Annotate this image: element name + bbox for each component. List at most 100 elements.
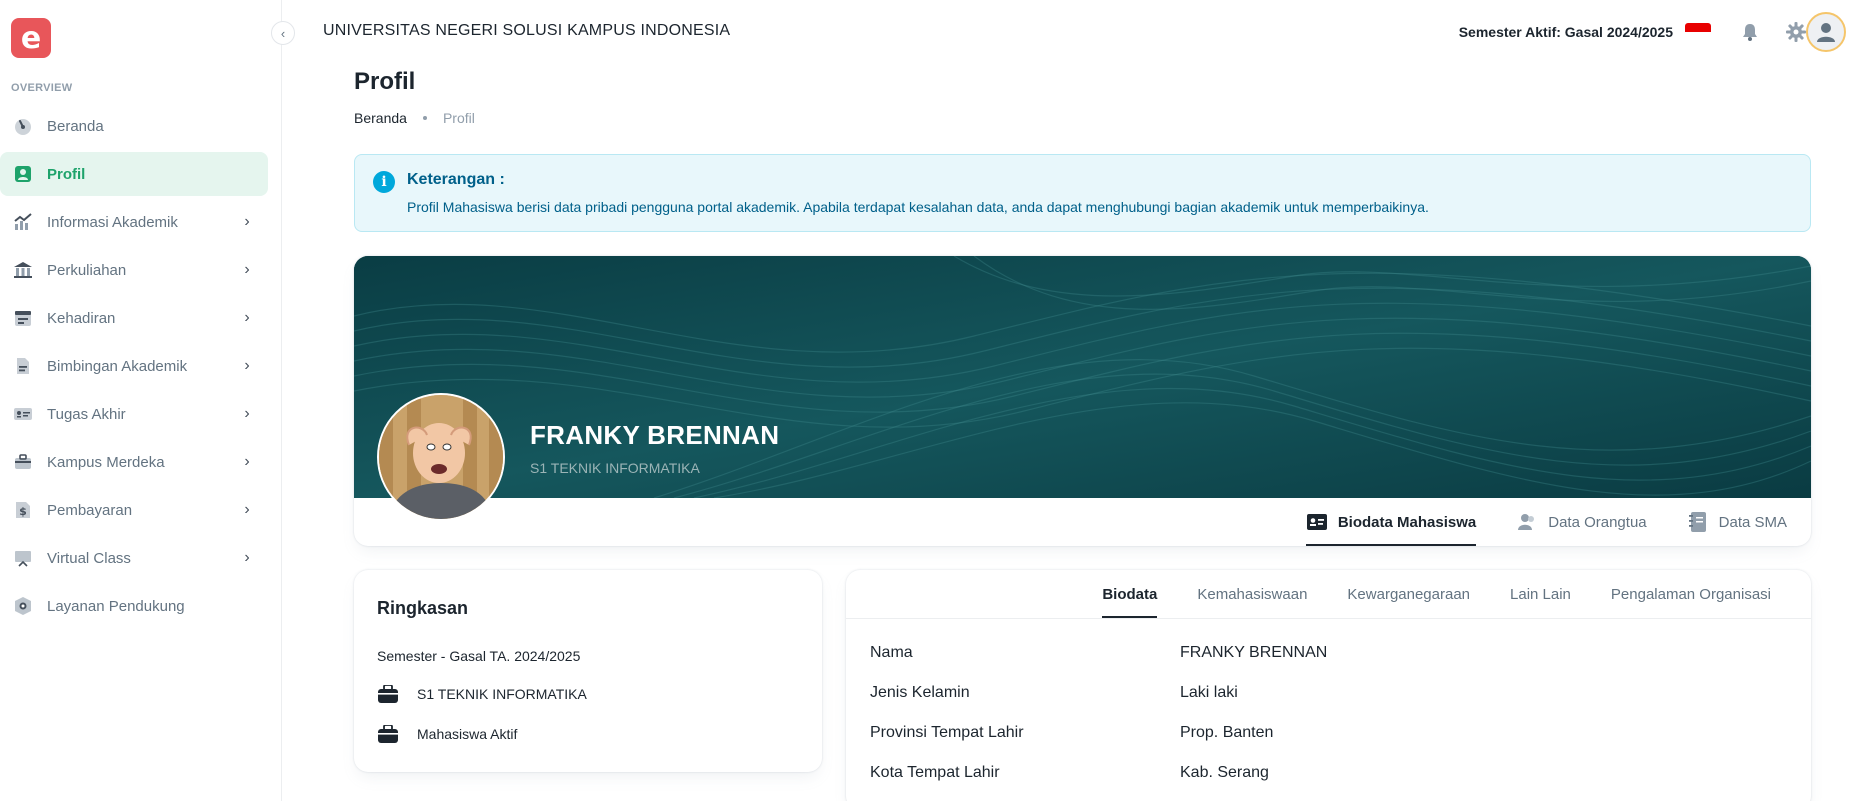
summary-title: Ringkasan [377, 598, 469, 618]
field-label: Provinsi Tempat Lahir [870, 724, 1024, 741]
field-label: Kota Tempat Lahir [870, 764, 1000, 781]
summary-status-row: Mahasiswa Aktif [377, 724, 517, 744]
sidebar-item-label: Perkuliahan [47, 261, 127, 279]
breadcrumb: Beranda Profil [354, 110, 475, 126]
chevron-right-icon: › [244, 309, 250, 326]
user-icon [1817, 23, 1835, 42]
active-semester: Semester Aktif: Gasal 2024/2025 [1458, 24, 1673, 40]
app-logo[interactable]: e [11, 18, 51, 58]
sidebar-item-informasi-akademik[interactable]: Informasi Akademik › [0, 200, 268, 244]
presentation-icon [12, 547, 34, 569]
notebook-icon [1687, 512, 1709, 532]
users-icon [1516, 512, 1538, 532]
briefcase-icon [12, 451, 34, 473]
briefcase-icon [377, 684, 399, 704]
tab-data-sma[interactable]: Data SMA [1687, 498, 1811, 546]
divider [846, 618, 1811, 619]
field-label: Nama [870, 644, 913, 661]
summary-program-row: S1 TEKNIK INFORMATIKA [377, 684, 587, 704]
sidebar-item-kampus-merdeka[interactable]: Kampus Merdeka › [0, 440, 268, 484]
gear-box-icon [12, 595, 34, 617]
info-icon: i [373, 171, 395, 193]
summary-status: Mahasiswa Aktif [417, 726, 518, 742]
breadcrumb-separator [422, 116, 427, 120]
sidebar-item-virtual-class[interactable]: Virtual Class › [0, 536, 268, 580]
sidebar-item-label: Beranda [47, 117, 104, 135]
document-icon [12, 355, 34, 377]
briefcase-icon [377, 724, 399, 744]
page-title: Profil [354, 68, 416, 95]
sidebar-item-label: Kehadiran [47, 309, 116, 327]
tab-label: Data Orangtua [1548, 513, 1647, 531]
profile-tabs: Biodata Mahasiswa Data Orangtua Data SMA [1290, 498, 1811, 546]
tab-biodata[interactable]: Biodata [1102, 570, 1158, 618]
chevron-right-icon: › [244, 213, 250, 230]
summary-semester: Semester - Gasal TA. 2024/2025 [377, 648, 581, 664]
alert-text: Profil Mahasiswa berisi data pribadi pen… [407, 199, 1429, 215]
sidebar-item-pembayaran[interactable]: $ Pembayaran › [0, 488, 268, 532]
tab-lain-lain[interactable]: Lain Lain [1510, 570, 1571, 618]
biodata-row: Nama FRANKY BRENNAN [870, 644, 1770, 662]
settings-gear-icon[interactable] [1784, 20, 1808, 44]
sidebar-item-label: Kampus Merdeka [47, 453, 165, 471]
sidebar-item-layanan-pendukung[interactable]: Layanan Pendukung [0, 584, 268, 628]
sidebar-item-perkuliahan[interactable]: Perkuliahan › [0, 248, 268, 292]
biodata-row: Provinsi Tempat Lahir Prop. Banten [870, 724, 1770, 742]
bank-icon [12, 259, 34, 281]
breadcrumb-home-link[interactable]: Beranda [354, 110, 407, 126]
profile-cover-card: FRANKY BRENNAN S1 TEKNIK INFORMATIKA Bio… [354, 256, 1811, 546]
field-value: FRANKY BRENNAN [1180, 644, 1328, 661]
dollar-icon: $ [12, 499, 34, 521]
alert-title: Keterangan : [407, 171, 505, 188]
biodata-row: Jenis Kelamin Laki laki [870, 684, 1770, 702]
sidebar-item-label: Informasi Akademik [47, 213, 178, 231]
info-alert: i Keterangan : Profil Mahasiswa berisi d… [354, 154, 1811, 232]
cover-banner: FRANKY BRENNAN S1 TEKNIK INFORMATIKA [354, 256, 1811, 498]
tab-label: Data SMA [1718, 513, 1787, 531]
tab-pengalaman-organisasi[interactable]: Pengalaman Organisasi [1611, 570, 1771, 618]
chevron-right-icon: › [244, 453, 250, 470]
sidebar: e OVERVIEW Beranda Profil Informasi Akad… [0, 0, 282, 801]
tab-kewarganegaraan[interactable]: Kewarganegaraan [1347, 570, 1470, 618]
sidebar-nav: Beranda Profil Informasi Akademik › Perk… [0, 104, 268, 632]
sidebar-item-bimbingan-akademik[interactable]: Bimbingan Akademik › [0, 344, 268, 388]
sidebar-section-label: OVERVIEW [11, 82, 73, 94]
id-card-icon [12, 403, 34, 425]
chevron-right-icon: › [244, 501, 250, 518]
tab-kemahasiswaan[interactable]: Kemahasiswaan [1197, 570, 1307, 618]
biodata-card: Biodata Kemahasiswaan Kewarganegaraan La… [846, 570, 1811, 801]
user-avatar-button[interactable] [1806, 12, 1846, 52]
profile-program: S1 TEKNIK INFORMATIKA [530, 460, 700, 476]
indonesia-flag-icon[interactable] [1685, 23, 1711, 41]
summary-program: S1 TEKNIK INFORMATIKA [417, 686, 587, 702]
user-badge-icon [12, 163, 34, 185]
field-value: Kab. Serang [1180, 764, 1269, 781]
sidebar-item-label: Pembayaran [47, 501, 133, 519]
sidebar-item-profil[interactable]: Profil [0, 152, 268, 196]
sidebar-item-label: Profil [47, 165, 86, 183]
tab-data-orangtua[interactable]: Data Orangtua [1516, 498, 1670, 546]
chevron-left-icon: ‹ [280, 25, 286, 41]
biodata-row: Kota Tempat Lahir Kab. Serang [870, 764, 1770, 782]
sidebar-item-beranda[interactable]: Beranda [0, 104, 268, 148]
chevron-right-icon: › [244, 405, 250, 422]
breadcrumb-current: Profil [442, 110, 475, 126]
sidebar-item-tugas-akhir[interactable]: Tugas Akhir › [0, 392, 268, 436]
notification-bell-icon[interactable] [1738, 20, 1762, 44]
profile-photo [377, 393, 505, 521]
field-label: Jenis Kelamin [870, 684, 970, 701]
chevron-right-icon: › [244, 357, 250, 374]
sidebar-item-kehadiran[interactable]: Kehadiran › [0, 296, 268, 340]
sidebar-item-label: Virtual Class [47, 549, 131, 567]
collapse-sidebar-button[interactable]: ‹ [271, 21, 295, 45]
tab-biodata-mahasiswa[interactable]: Biodata Mahasiswa [1305, 498, 1500, 546]
sidebar-item-label: Bimbingan Akademik [47, 357, 188, 375]
chevron-right-icon: › [244, 549, 250, 566]
profile-name: FRANKY BRENNAN [530, 420, 780, 450]
speedometer-icon [12, 115, 34, 137]
chart-line-icon [12, 211, 34, 233]
tab-label: Biodata Mahasiswa [1337, 513, 1477, 531]
logo-letter: e [20, 20, 42, 56]
top-header: UNIVERSITAS NEGERI SOLUSI KAMPUS INDONES… [282, 0, 1854, 64]
svg-text:$: $ [19, 505, 27, 518]
